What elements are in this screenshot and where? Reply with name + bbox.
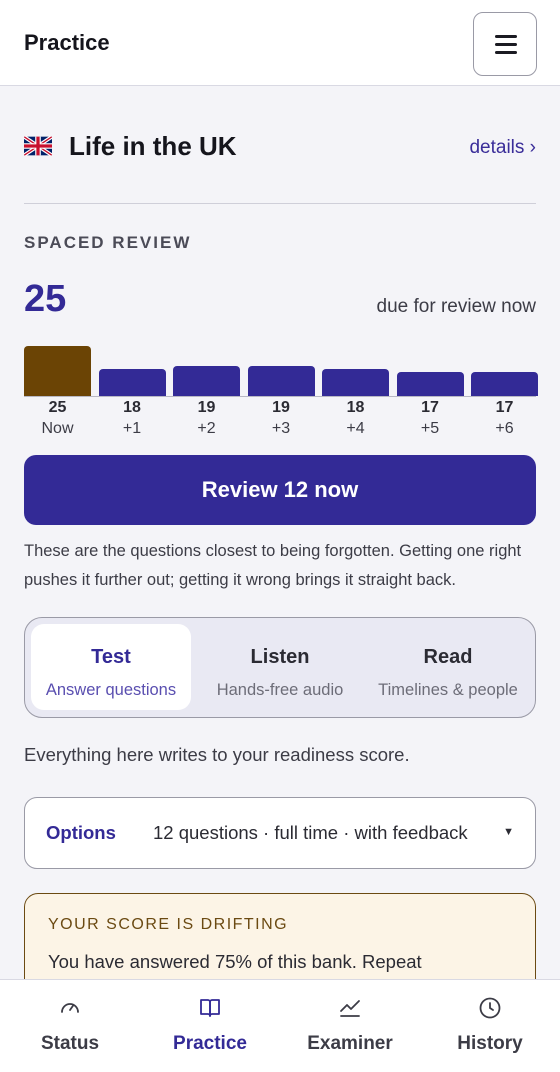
- options-select[interactable]: Options 12 questions · full time · with …: [24, 797, 536, 869]
- nav-status[interactable]: Status: [0, 980, 140, 1072]
- chart-bar: [396, 372, 464, 396]
- tab-listen[interactable]: Listen Hands-free audio: [200, 624, 360, 710]
- bottom-nav: Status Practice Examiner History: [0, 979, 560, 1072]
- details-link[interactable]: details ›: [469, 137, 536, 159]
- book-icon: [200, 999, 220, 1017]
- tab-title: Listen: [250, 646, 310, 668]
- chart-category-label: Now: [41, 420, 74, 437]
- mode-tabs: Test Answer questions Listen Hands-free …: [24, 617, 536, 718]
- alert-title: YOUR SCORE IS DRIFTING: [48, 916, 289, 933]
- nav-label: Status: [40, 1033, 100, 1054]
- chart-bar: [98, 369, 166, 396]
- chart-value-label: 18: [346, 399, 365, 416]
- review-now-button[interactable]: Review 12 now: [24, 455, 536, 525]
- gauge-icon: [61, 1003, 79, 1013]
- chart-bar: [247, 366, 315, 396]
- nav-examiner[interactable]: Examiner: [280, 980, 420, 1072]
- clock-icon: [479, 997, 501, 1019]
- menu-button[interactable]: [473, 12, 537, 76]
- chart-column: 17 +6: [471, 346, 538, 442]
- chevron-down-icon: ▼: [503, 826, 514, 838]
- nav-label: Practice: [173, 1033, 247, 1054]
- chart-bar: [24, 346, 91, 396]
- chart-category-label: +3: [271, 420, 291, 437]
- readiness-note: Everything here writes to your readiness…: [24, 744, 410, 765]
- chart-value-label: 19: [197, 399, 216, 416]
- alert-text: You have answered 75% of this bank. Repe…: [48, 951, 422, 972]
- chart-value-label: 17: [495, 399, 514, 416]
- chart-bar: [322, 369, 389, 396]
- chart-column: 18 +1: [98, 346, 166, 442]
- nav-history[interactable]: History: [420, 980, 560, 1072]
- page-title: Practice: [24, 30, 110, 55]
- trend-chart-icon: [340, 1000, 360, 1017]
- review-explanation: These are the questions closest to being…: [24, 542, 522, 589]
- chart-value-label: 17: [421, 399, 439, 416]
- chart-category-label: +1: [122, 420, 142, 437]
- chart-column: 19 +2: [173, 346, 240, 442]
- chart-bar: [173, 366, 240, 396]
- tab-read[interactable]: Read Timelines & people: [368, 624, 528, 710]
- chart-value-label: 19: [272, 399, 290, 416]
- chart-category-label: +6: [495, 420, 514, 437]
- nav-practice[interactable]: Practice: [140, 980, 280, 1072]
- uk-flag-icon: [24, 136, 52, 156]
- chart-category-label: +5: [420, 420, 440, 437]
- chart-column: 18 +4: [322, 346, 389, 442]
- top-bar: Practice: [0, 0, 560, 86]
- options-value: 12 questions · full time · with feedback: [153, 822, 468, 843]
- tab-test[interactable]: Test Answer questions: [31, 624, 191, 710]
- chart-value-label: 18: [123, 399, 141, 416]
- chart-bar: [471, 372, 538, 396]
- chart-column: 25 Now: [24, 346, 91, 442]
- chart-column: 17 +5: [396, 346, 464, 442]
- bank-header: Life in the UK details ›: [24, 131, 536, 165]
- tab-subtitle: Timelines & people: [378, 681, 518, 699]
- nav-label: History: [457, 1033, 523, 1054]
- tab-subtitle: Hands-free audio: [216, 681, 344, 699]
- bank-title: Life in the UK: [69, 131, 237, 161]
- tab-title: Test: [91, 646, 131, 668]
- options-label: Options: [46, 822, 116, 843]
- tab-subtitle: Answer questions: [45, 681, 177, 699]
- due-count: 25: [24, 278, 67, 320]
- chart-value-label: 25: [48, 399, 67, 416]
- review-forecast-chart: 25 Now 18 +1 19 +2 19 +3 18 +4 17 +5 17 +6: [24, 346, 538, 442]
- spaced-review-label: SPACED REVIEW: [24, 233, 192, 252]
- divider: [24, 203, 536, 204]
- chart-category-label: +2: [197, 420, 216, 437]
- chart-category-label: +4: [346, 420, 365, 437]
- nav-label: Examiner: [307, 1033, 393, 1054]
- chart-column: 19 +3: [247, 346, 315, 442]
- due-text: due for review now: [376, 296, 536, 317]
- tab-title: Read: [423, 646, 473, 668]
